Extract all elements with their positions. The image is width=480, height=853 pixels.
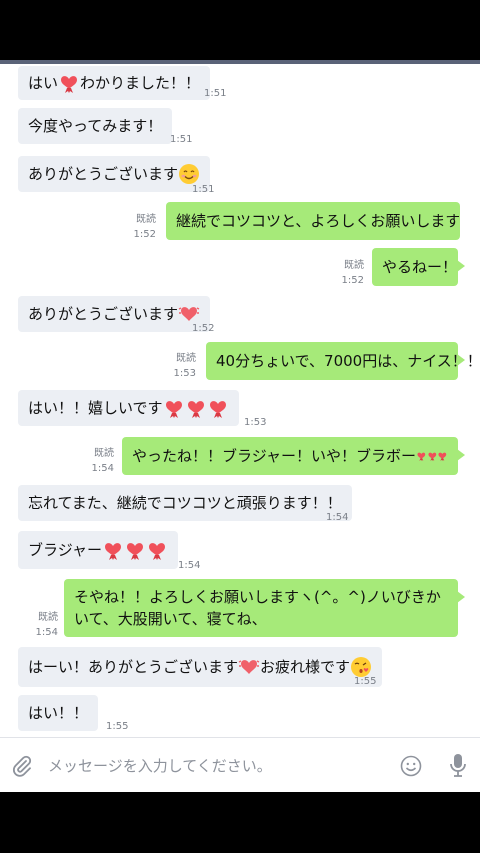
message-time: 1:51: [192, 184, 215, 195]
heart-ribbon-icon: [428, 452, 436, 461]
read-receipt: 既読 1:54: [32, 610, 58, 640]
read-label: 既読: [344, 260, 364, 271]
read-receipt: 既読 1:53: [160, 351, 196, 381]
message-bubble[interactable]: 40分ちょいで、7000円は、ナイス！！: [206, 342, 480, 380]
message-bubble[interactable]: はい！！嬉しいです: [18, 390, 239, 426]
message-time: 1:51: [170, 134, 193, 145]
read-receipt: 既読 1:52: [120, 212, 156, 242]
read-label: 既読: [94, 448, 114, 459]
message-bubble[interactable]: やったね！！ブラジャー！いや！ブラボー: [122, 437, 465, 475]
message-time: 1:53: [244, 417, 267, 428]
smiley-icon[interactable]: [400, 755, 422, 777]
message-time: 1:54: [91, 463, 114, 474]
message-text: ブラジャー: [28, 541, 102, 559]
message-text: はい: [28, 74, 59, 92]
message-text: お疲れ様です: [260, 658, 351, 676]
paperclip-icon[interactable]: [10, 754, 34, 778]
read-receipt: 既読 1:54: [78, 446, 114, 476]
message-bubble[interactable]: 今度やってみます！: [18, 108, 173, 144]
message-text: 今度やってみます！: [28, 117, 163, 135]
message-bubble[interactable]: 継続でコツコツと、よろしくお願いします(^^ゞ: [166, 202, 460, 240]
message-text: 忘れてまた、継続でコツコツと頑張ります！！: [28, 494, 342, 512]
heart-ribbon-icon: [438, 452, 447, 461]
chat-area[interactable]: はい わかりました！！ 1:51 今度やってみます！ 1:51 ありがとうござい…: [0, 64, 480, 737]
read-label: 既読: [136, 214, 156, 225]
read-label: 既読: [176, 353, 196, 364]
message-text: ありがとうございます: [28, 165, 179, 183]
message-text: やるねー！: [382, 258, 458, 276]
message-bubble[interactable]: ありがとうございます: [18, 296, 211, 332]
message-text: そやね！！よろしくお願いしますヽ(^。^)ノいびきかいて、大股開いて、寝てね、: [74, 588, 441, 628]
message-time: 1:54: [326, 512, 349, 523]
heart-ribbon-icon: [104, 543, 121, 560]
message-bubble[interactable]: はい わかりました！！: [18, 66, 211, 100]
message-input-bar: メッセージを入力してください。: [0, 737, 480, 792]
microphone-icon[interactable]: [448, 753, 468, 779]
message-text: わかりました！！: [80, 74, 201, 92]
message-text: はーい！ありがとうございます: [28, 658, 239, 676]
message-time: 1:55: [354, 676, 377, 687]
message-time: 1:52: [192, 323, 215, 334]
message-text: ありがとうございます: [28, 305, 179, 323]
message-text: はい！！: [28, 704, 89, 722]
message-bubble[interactable]: はーい！ありがとうございます お疲れ様です: [18, 647, 383, 687]
navigation-bar: [0, 792, 480, 853]
message-bubble[interactable]: そやね！！よろしくお願いしますヽ(^。^)ノいびきかいて、大股開いて、寝てね、: [64, 579, 465, 637]
heart-ribbon-icon: [417, 452, 426, 461]
read-label: 既読: [38, 612, 58, 623]
message-time: 1:51: [204, 88, 227, 99]
message-text: 40分ちょいで、7000円は、ナイス！！: [216, 352, 480, 370]
message-time: 1:54: [178, 560, 201, 571]
message-text: やったね！！ブラジャー！いや！ブラボー: [132, 447, 416, 465]
message-input[interactable]: メッセージを入力してください。: [48, 755, 272, 776]
message-bubble[interactable]: ありがとうございます: [18, 156, 211, 192]
message-bubble[interactable]: 忘れてまた、継続でコツコツと頑張ります！！: [18, 485, 352, 521]
message-time: 1:52: [133, 229, 156, 240]
message-time: 1:54: [35, 627, 58, 638]
status-bar: [0, 0, 480, 62]
message-bubble[interactable]: ブラジャー: [18, 531, 178, 569]
sparkle-heart-icon: [238, 659, 260, 675]
message-time: 1:52: [341, 275, 364, 286]
message-time: 1:53: [173, 368, 196, 379]
heart-ribbon-icon: [165, 401, 182, 418]
read-receipt: 既読 1:52: [330, 258, 364, 288]
heart-ribbon-icon: [148, 543, 165, 560]
message-bubble[interactable]: やるねー！: [372, 248, 465, 286]
message-time: 1:55: [106, 721, 129, 732]
heart-ribbon-icon: [61, 76, 78, 93]
heart-ribbon-icon: [209, 401, 226, 418]
heart-ribbon-icon: [187, 401, 204, 418]
message-text: はい！！嬉しいです: [28, 399, 163, 417]
message-bubble[interactable]: はい！！: [18, 695, 99, 731]
heart-ribbon-icon: [126, 543, 143, 560]
message-text: 継続でコツコツと、よろしくお願いします(^^ゞ: [176, 212, 460, 230]
